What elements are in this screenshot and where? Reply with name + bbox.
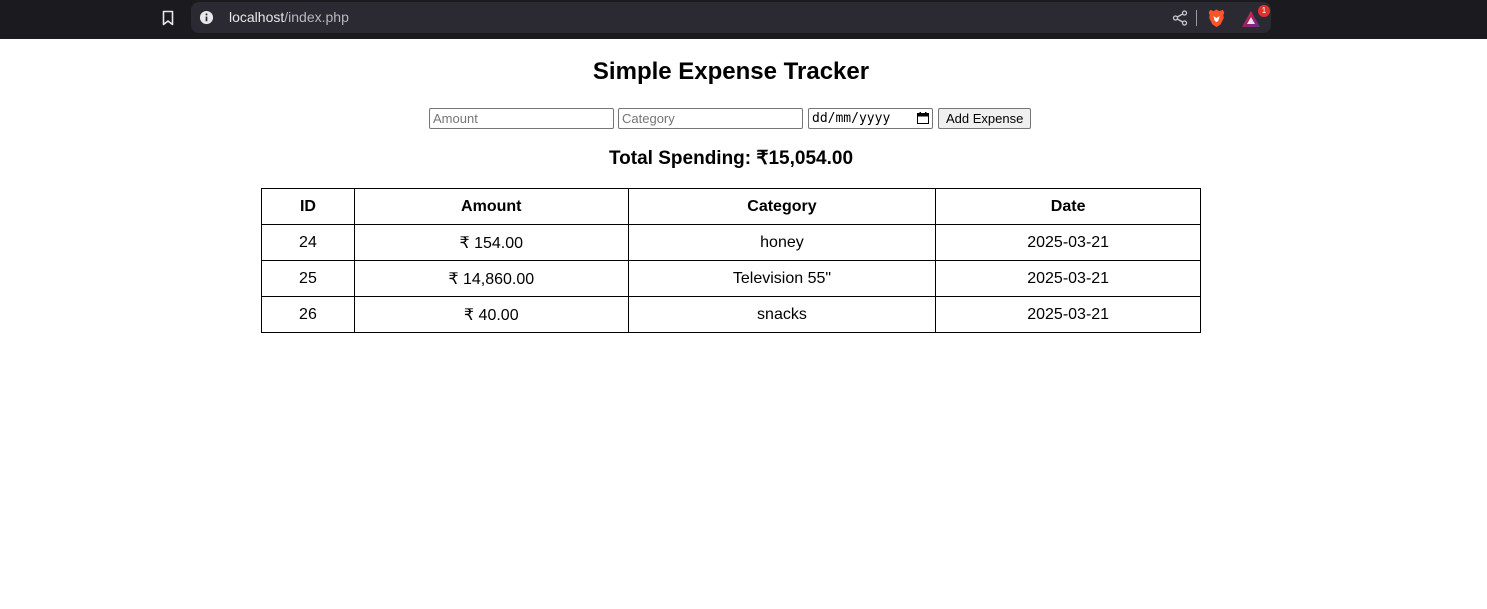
cell-id: 24: [261, 224, 355, 261]
cell-amount: ₹ 14,860.00: [353, 260, 629, 297]
cell-category: snacks: [627, 296, 937, 333]
address-bar[interactable]: localhost/index.php 1: [191, 2, 1271, 33]
expense-table: ID Amount Category Date 24 ₹ 154.00 hone…: [261, 188, 1201, 333]
browser-toolbar: localhost/index.php 1: [0, 0, 1487, 39]
rewards-badge: 1: [1258, 5, 1270, 17]
header-id: ID: [261, 188, 355, 225]
toolbar-separator: [1196, 10, 1197, 26]
cell-date: 2025-03-21: [935, 224, 1201, 261]
url-path: /index.php: [284, 9, 349, 25]
page-title: Simple Expense Tracker: [592, 58, 870, 85]
bookmark-icon: [162, 10, 174, 26]
amount-input[interactable]: [429, 107, 614, 129]
table-row: 24 ₹ 154.00 honey 2025-03-21: [261, 224, 1201, 261]
total-spending: Total Spending: ₹15,054.00: [608, 148, 854, 169]
calendar-icon[interactable]: [917, 112, 929, 124]
cell-category: honey: [627, 224, 937, 261]
page-content: Simple Expense Tracker dd/mm/yyyy Add Ex…: [0, 39, 1487, 609]
table-row: 25 ₹ 14,860.00 Television 55" 2025-03-21: [261, 260, 1201, 297]
site-info-icon[interactable]: [199, 10, 214, 25]
cell-amount: ₹ 40.00: [353, 296, 629, 333]
cell-id: 25: [261, 260, 355, 297]
expense-form: dd/mm/yyyy Add Expense: [429, 107, 1032, 129]
url-host: localhost: [229, 9, 285, 25]
header-date: Date: [935, 188, 1201, 225]
table-row: 26 ₹ 40.00 snacks 2025-03-21: [261, 296, 1201, 333]
cell-category: Television 55": [627, 260, 937, 297]
cell-id: 26: [261, 296, 355, 333]
date-placeholder: dd/mm/yyyy: [812, 110, 891, 126]
bookmark-button[interactable]: [158, 8, 178, 28]
cell-date: 2025-03-21: [935, 296, 1201, 333]
cell-date: 2025-03-21: [935, 260, 1201, 297]
url-text[interactable]: localhost/index.php: [229, 2, 349, 33]
brave-rewards-button[interactable]: 1: [1241, 5, 1270, 28]
category-input[interactable]: [618, 107, 803, 129]
date-input[interactable]: dd/mm/yyyy: [808, 107, 933, 129]
header-category: Category: [627, 188, 937, 225]
cell-amount: ₹ 154.00: [353, 224, 629, 261]
share-icon[interactable]: [1171, 9, 1189, 27]
table-header-row: ID Amount Category Date: [261, 188, 1201, 225]
add-expense-button[interactable]: Add Expense: [938, 107, 1032, 129]
brave-shields-icon[interactable]: [1207, 8, 1226, 28]
header-amount: Amount: [353, 188, 629, 225]
